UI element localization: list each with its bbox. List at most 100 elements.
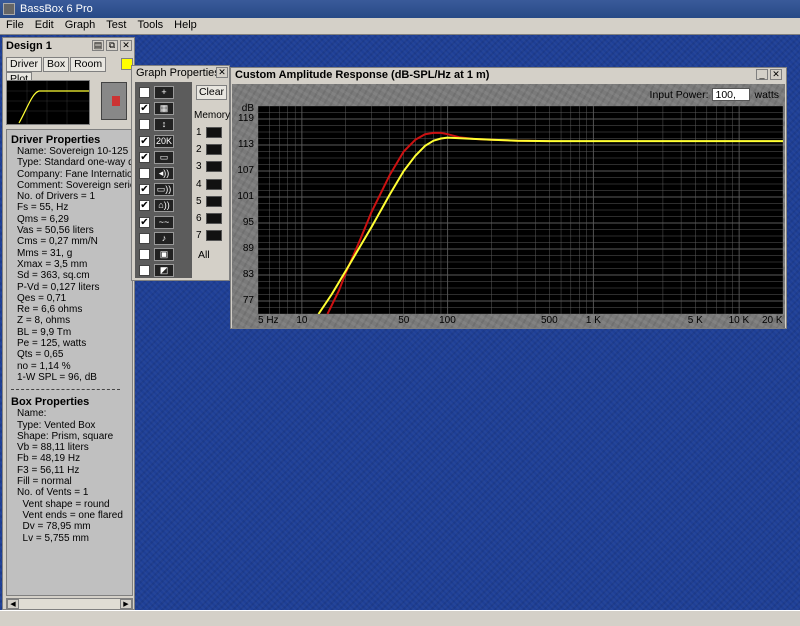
memory-slot-box[interactable]	[206, 230, 222, 241]
box-properties-list: Name: Type: Vented Box Shape: Prism, squ…	[11, 408, 132, 544]
tab-driver[interactable]: Driver	[6, 57, 42, 72]
close-icon[interactable]: ✕	[770, 69, 782, 80]
memory-slot-box[interactable]	[206, 196, 222, 207]
memory-slot-box[interactable]	[206, 144, 222, 155]
graph-window-title: Custom Amplitude Response (dB-SPL/Hz at …	[231, 68, 786, 83]
y-tick-label: 119	[238, 113, 254, 124]
memory-slot-number: 1	[196, 127, 202, 138]
y-tick-label: 89	[242, 243, 254, 254]
memory-slot-box[interactable]	[206, 161, 222, 172]
graph-option-row[interactable]: ▣	[137, 247, 189, 262]
driver-prop-line: Comment: Sovereign series	[17, 179, 133, 191]
tab-box[interactable]: Box	[43, 57, 70, 72]
menu-edit[interactable]: Edit	[29, 18, 59, 31]
graph-option-row[interactable]: ◩	[137, 263, 189, 278]
graph-option-row[interactable]: ♪	[137, 231, 189, 246]
memory-slot[interactable]: 5	[196, 196, 222, 207]
graph-option-row[interactable]: ✔ ▦	[137, 101, 189, 116]
menu-test[interactable]: Test	[100, 18, 131, 31]
minimize-icon[interactable]: _	[756, 69, 768, 80]
graph-option-row[interactable]: ✔ ▭))	[137, 182, 189, 197]
menu-graph[interactable]: Graph	[59, 18, 101, 31]
close-icon[interactable]: ✕	[216, 67, 228, 78]
box-prop-line: No. of Vents = 1	[17, 487, 89, 499]
memory-slot-number: 7	[196, 230, 202, 241]
status-bar	[0, 610, 800, 626]
x-tick-label: 100	[439, 315, 456, 326]
menu-tools[interactable]: Tools	[131, 18, 168, 31]
memory-slot[interactable]: 6	[196, 213, 222, 224]
graph-option-row[interactable]: ◂))	[137, 166, 189, 181]
graph-option-checkbox[interactable]: ✔	[139, 135, 150, 147]
scroll-left-icon[interactable]: ◀	[7, 599, 19, 609]
box-prop-line: Name:	[17, 408, 47, 420]
mini-response-curve	[7, 81, 89, 124]
scroll-right-icon[interactable]: ▶	[120, 599, 132, 609]
save-icon[interactable]: ▤	[92, 40, 104, 51]
graph-option-checkbox[interactable]	[139, 265, 150, 277]
graph-option-checkbox[interactable]: ✔	[139, 216, 150, 228]
memory-slot[interactable]: 4	[196, 179, 222, 190]
horizontal-scrollbar[interactable]: ◀ ▶	[6, 598, 133, 610]
menu-file[interactable]: File	[0, 18, 29, 31]
driver-prop-line: Type: Standard one-way driv	[17, 157, 133, 169]
graph-option-checkbox[interactable]	[139, 249, 150, 260]
driver-prop-line: Sd = 363, sq.cm	[17, 270, 90, 282]
copy-icon[interactable]: ⧉	[106, 40, 118, 51]
memory-slot[interactable]: 7	[196, 230, 222, 241]
box-prop-line: Shape: Prism, square	[17, 430, 114, 442]
graph-option-icon: ~~	[154, 215, 174, 229]
box-prop-line: Lv = 5,755 mm	[17, 532, 89, 544]
graph-option-icon: ▭	[154, 150, 174, 164]
graph-option-row[interactable]: ✔ ▭	[137, 150, 189, 165]
memory-slot[interactable]: 1	[196, 127, 222, 138]
graph-option-row[interactable]: ✔ ~~	[137, 215, 189, 230]
driver-prop-line: Fs = 55, Hz	[17, 202, 69, 214]
memory-slot-box[interactable]	[206, 127, 222, 138]
box-prop-line: Vent ends = one flared	[17, 509, 123, 521]
graph-option-checkbox[interactable]	[139, 119, 150, 131]
memory-slot[interactable]: 2	[196, 144, 222, 155]
graph-option-checkbox[interactable]: ✔	[139, 151, 150, 163]
graph-option-row[interactable]: +	[137, 85, 189, 100]
graph-option-checkbox[interactable]	[139, 87, 150, 98]
close-icon[interactable]: ✕	[120, 40, 132, 51]
all-memory-button[interactable]: All	[198, 249, 210, 261]
graph-option-checkbox[interactable]	[139, 232, 150, 244]
app-title: BassBox 6 Pro	[20, 3, 93, 15]
driver-prop-line: Z = 8, ohms	[17, 315, 71, 327]
y-tick-label: 113	[238, 139, 254, 150]
x-tick-label: 10	[296, 315, 308, 326]
graph-option-row[interactable]: ↕	[137, 117, 189, 132]
design-tabs: Driver Box RoomPlot	[6, 57, 134, 87]
graph-option-checkbox[interactable]	[139, 168, 150, 179]
amplitude-response-window: Custom Amplitude Response (dB-SPL/Hz at …	[230, 67, 787, 329]
graph-option-row[interactable]: ✔ ⌂))	[137, 198, 189, 213]
driver-prop-line: Qes = 0,71	[17, 292, 67, 304]
memory-slot[interactable]: 3	[196, 161, 222, 172]
input-power-unit: watts	[754, 89, 779, 101]
driver-prop-line: Xmax = 3,5 mm	[17, 258, 88, 270]
properties-panel: Driver Properties Name: Sovereign 10-125…	[6, 129, 133, 596]
graph-option-checkbox[interactable]: ✔	[139, 184, 150, 196]
graph-option-row[interactable]: ✔ 20K	[137, 134, 189, 149]
tab-room[interactable]: Room	[70, 57, 107, 72]
memory-slot-number: 2	[196, 144, 202, 155]
graph-option-icon: ⌂))	[154, 199, 174, 213]
driver-cone-icon	[112, 96, 120, 106]
box-properties-header: Box Properties	[11, 396, 90, 409]
clear-button[interactable]: Clear	[196, 85, 227, 100]
graph-option-icon: ▣	[154, 248, 174, 261]
menu-help[interactable]: Help	[168, 18, 202, 31]
input-power-field[interactable]: 100,	[712, 88, 751, 101]
box-prop-line: Fill = normal	[17, 476, 72, 488]
driver-prop-line: P-Vd = 0,127 liters	[17, 281, 100, 293]
memory-slot-box[interactable]	[206, 213, 222, 224]
driver-properties-header: Driver Properties	[11, 134, 101, 146]
graph-option-checkbox[interactable]: ✔	[139, 200, 150, 212]
mini-response-preview[interactable]	[6, 80, 90, 125]
graph-option-checkbox[interactable]: ✔	[139, 103, 150, 115]
memory-slot-box[interactable]	[206, 179, 222, 190]
plot-area[interactable]	[257, 105, 784, 315]
x-tick-label: 5 Hz	[258, 315, 279, 326]
